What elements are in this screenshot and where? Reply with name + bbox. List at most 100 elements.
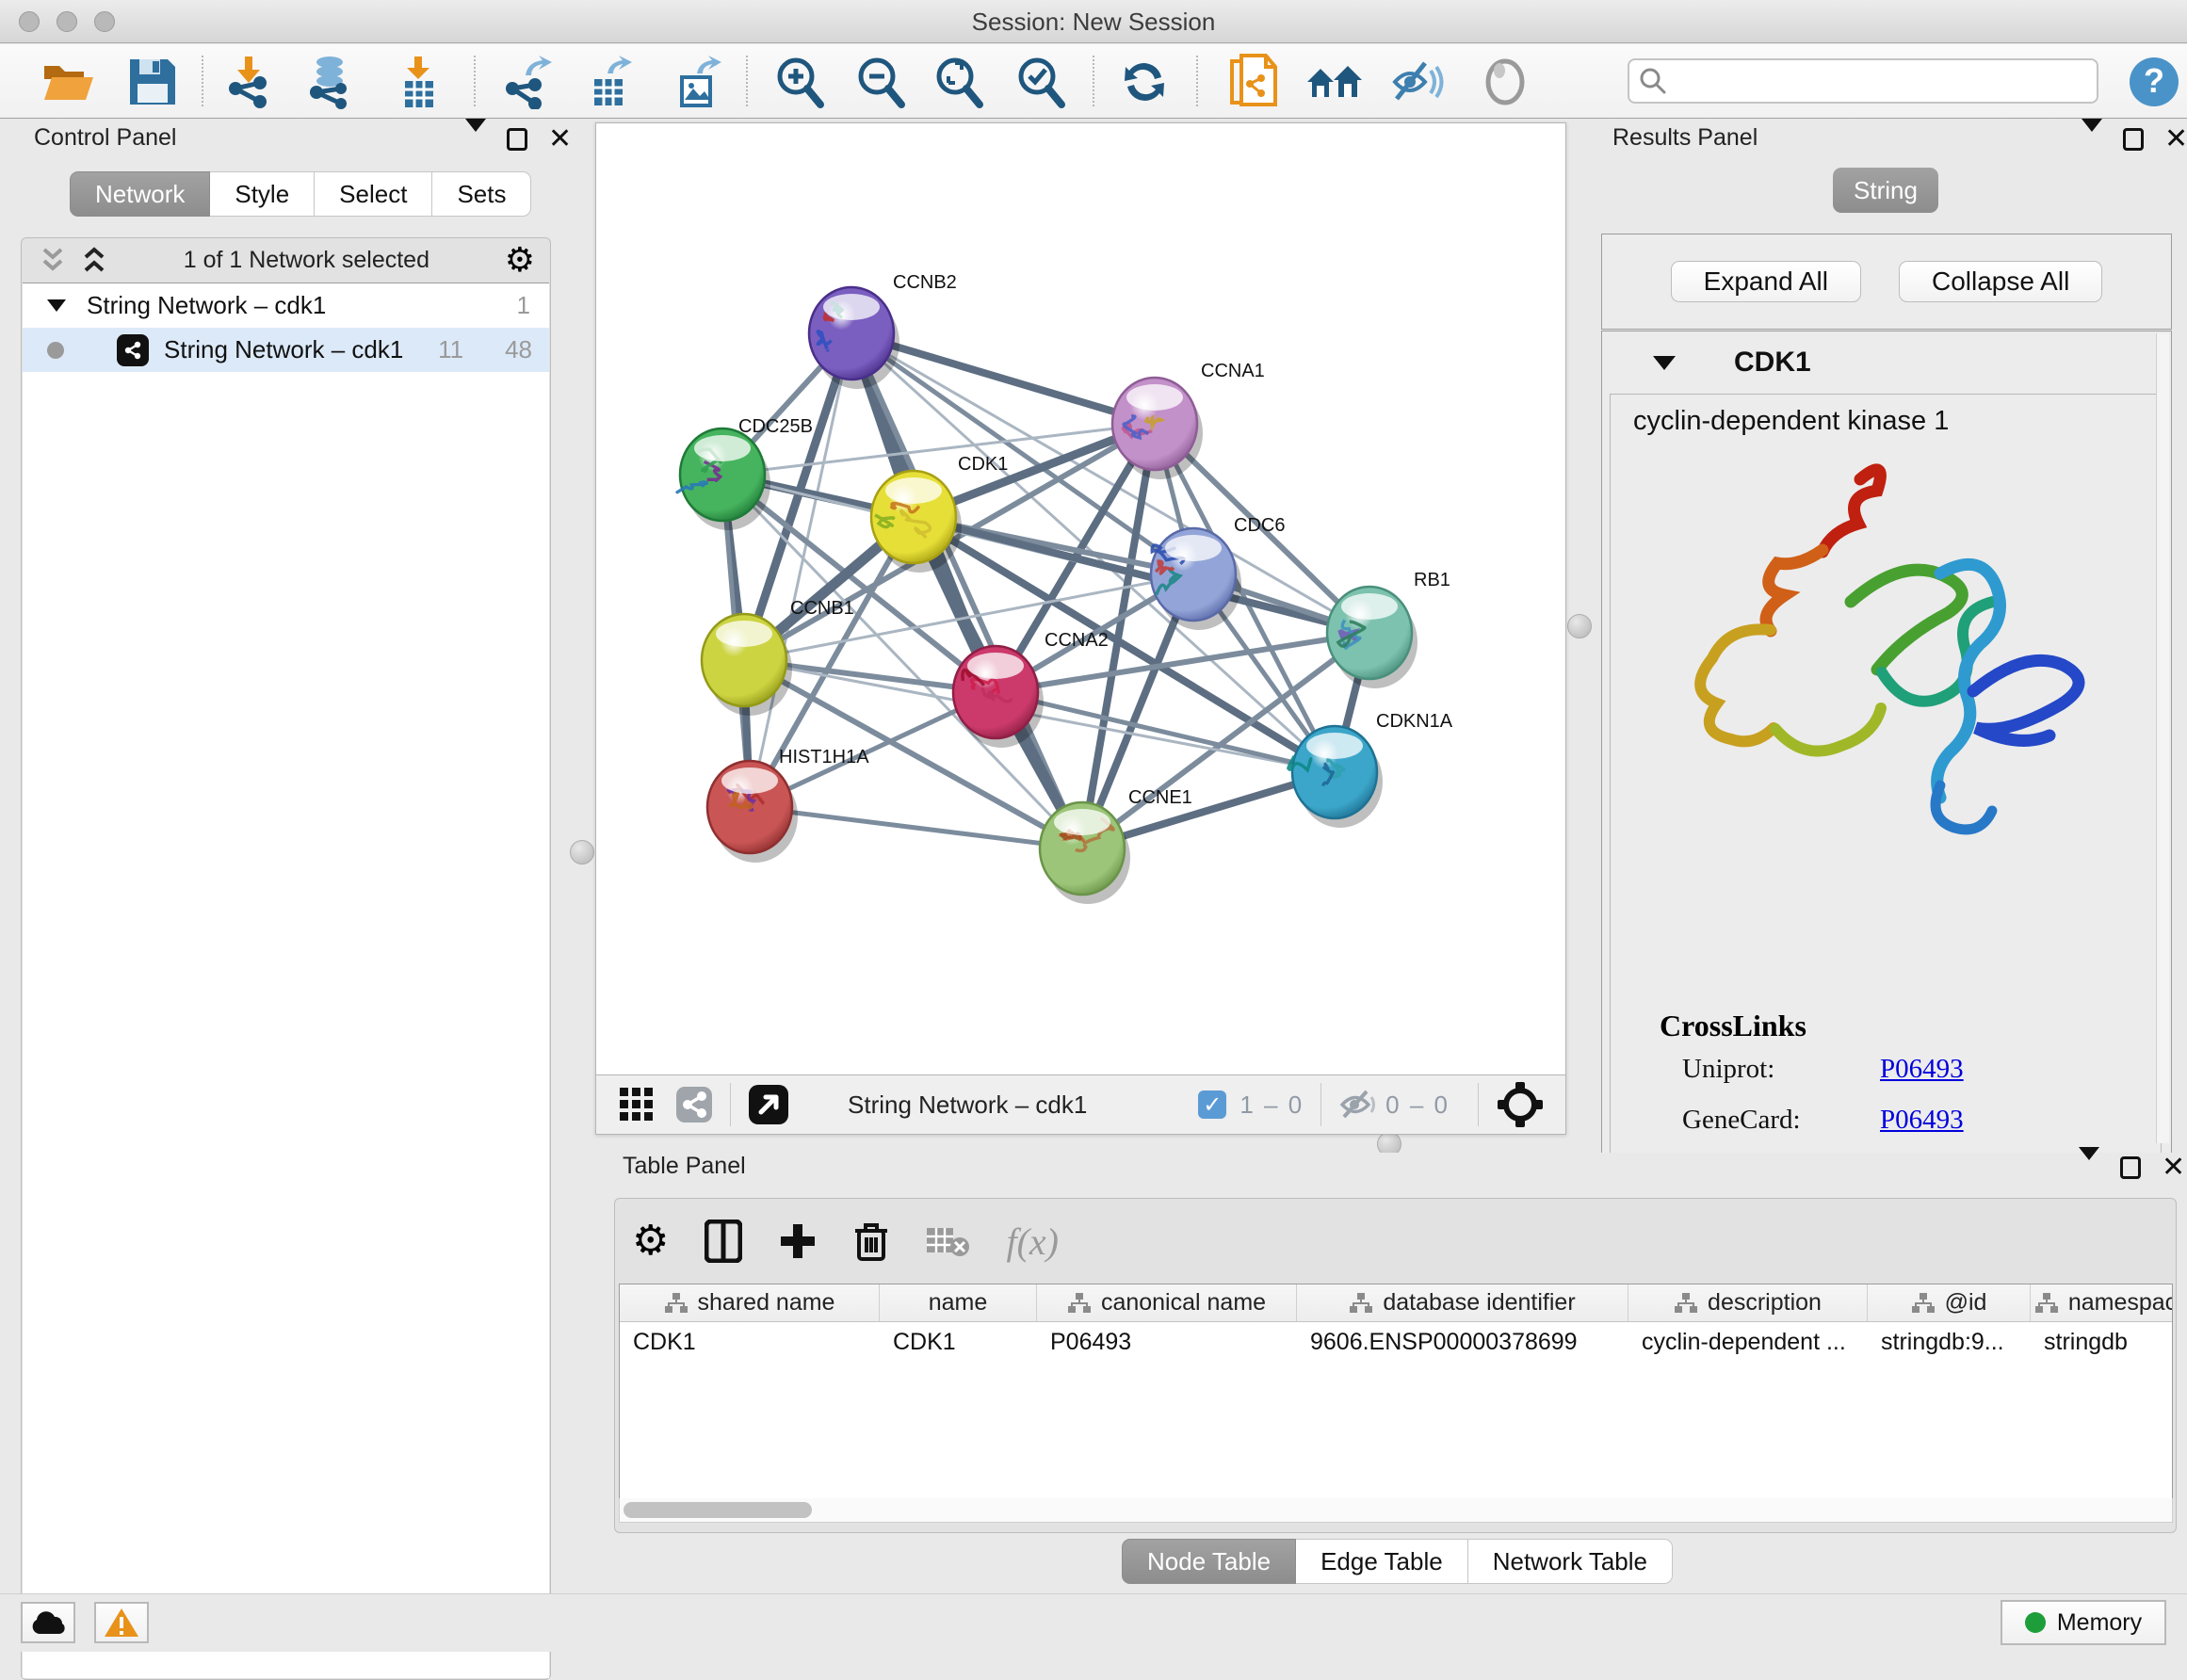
- tab-sets[interactable]: Sets: [432, 171, 531, 217]
- crosslink-link[interactable]: P06493: [1880, 1105, 1964, 1136]
- column-header-shared-name[interactable]: shared name: [620, 1284, 880, 1321]
- panel-close-button[interactable]: ✕: [548, 128, 572, 151]
- cloud-button[interactable]: [21, 1602, 75, 1643]
- table-cell[interactable]: stringdb: [2031, 1329, 2173, 1356]
- table-cell[interactable]: 9606.ENSP00000378699: [1297, 1329, 1628, 1356]
- control-panel-title: Control Panel: [34, 124, 176, 152]
- zoom-out-button[interactable]: [850, 51, 912, 113]
- network-node-count: 11: [438, 335, 463, 364]
- table-options-gear-button[interactable]: ⚙: [632, 1220, 669, 1262]
- grid-view-button[interactable]: [619, 1087, 655, 1123]
- add-column-button[interactable]: [778, 1221, 818, 1261]
- delete-table-button[interactable]: [925, 1224, 970, 1258]
- table-cell[interactable]: CDK1: [880, 1329, 1037, 1356]
- node-label-cdc25b: CDC25B: [738, 416, 813, 438]
- panel-float-button[interactable]: [507, 128, 527, 151]
- show-structures-button[interactable]: [1474, 51, 1536, 113]
- left-splitter-handle[interactable]: [570, 840, 594, 864]
- column-header-@id[interactable]: @id: [1868, 1284, 2031, 1321]
- save-session-button[interactable]: [122, 51, 184, 113]
- shared-column-icon: [1674, 1292, 1698, 1315]
- table-horizontal-scrollbar[interactable]: [619, 1498, 2173, 1523]
- tab-network[interactable]: Network: [70, 171, 210, 217]
- network-edge[interactable]: [750, 333, 851, 807]
- table-cell[interactable]: stringdb:9...: [1868, 1329, 2031, 1356]
- network-edge[interactable]: [750, 807, 1082, 848]
- network-options-gear-button[interactable]: ⚙: [505, 243, 535, 277]
- birds-eye-view-button[interactable]: [748, 1084, 789, 1125]
- network-collection-row[interactable]: String Network – cdk1 1: [23, 283, 549, 328]
- hidden-node-edge-counts: 0 – 0: [1385, 1090, 1450, 1120]
- crosslink-link[interactable]: P06493: [1880, 1054, 1964, 1085]
- right-splitter-handle[interactable]: [1567, 614, 1592, 638]
- network-view-toolbar: String Network – cdk1 ✓ 1 – 0 0 – 0: [596, 1074, 1565, 1134]
- delete-column-button[interactable]: [853, 1220, 889, 1263]
- column-header-database-identifier[interactable]: database identifier: [1297, 1284, 1628, 1321]
- tab-select[interactable]: Select: [315, 171, 432, 217]
- table-row[interactable]: CDK1CDK1P064939606.ENSP00000378699cyclin…: [620, 1322, 2172, 1362]
- table-box: ⚙ f(x) s: [614, 1198, 2177, 1533]
- memory-label: Memory: [2057, 1609, 2142, 1637]
- function-builder-button[interactable]: f(x): [1006, 1220, 1059, 1264]
- table-header-row: shared namenamecanonical namedatabase id…: [620, 1284, 2172, 1322]
- table-cell[interactable]: P06493: [1037, 1329, 1297, 1356]
- export-table-button[interactable]: [578, 51, 640, 113]
- protein-section-header[interactable]: CDK1: [1602, 331, 2171, 394]
- string-document-icon: [1228, 54, 1279, 110]
- network-row-selected[interactable]: String Network – cdk1 11 48: [23, 328, 549, 372]
- column-header-namespac[interactable]: namespac: [2031, 1284, 2173, 1321]
- tab-string[interactable]: String: [1833, 168, 1938, 213]
- column-header-name[interactable]: name: [880, 1284, 1037, 1321]
- fit-content-button[interactable]: [1496, 1080, 1545, 1129]
- trash-icon: [853, 1220, 889, 1263]
- export-table-icon: [583, 55, 636, 109]
- zoom-in-button[interactable]: [769, 51, 831, 113]
- memory-button[interactable]: Memory: [2001, 1600, 2166, 1645]
- collapse-all-button[interactable]: Collapse All: [1899, 261, 2102, 302]
- import-table-button[interactable]: [387, 51, 449, 113]
- warnings-button[interactable]: [94, 1602, 149, 1643]
- expand-all-networks-button[interactable]: [80, 246, 108, 274]
- node-label-ccnb2: CCNB2: [893, 272, 957, 294]
- tab-network-table[interactable]: Network Table: [1468, 1539, 1673, 1584]
- scrollbar-thumb[interactable]: [624, 1502, 812, 1518]
- expand-all-button[interactable]: Expand All: [1671, 261, 1861, 302]
- import-network-from-database-button[interactable]: [299, 51, 361, 113]
- table-panel-title: Table Panel: [623, 1153, 746, 1180]
- zoom-fit-button[interactable]: [928, 51, 990, 113]
- hide-glass-effect-button[interactable]: [1385, 51, 1448, 113]
- columns-icon: [705, 1220, 742, 1263]
- tab-edge-table[interactable]: Edge Table: [1296, 1539, 1468, 1584]
- zoom-selected-button[interactable]: [1010, 51, 1072, 113]
- network-canvas[interactable]: CCNB2CCNA1CDC25BCDK1CDC6RB1CCNB1CCNA2CDK…: [596, 123, 1565, 1074]
- open-session-button[interactable]: [37, 51, 99, 113]
- export-network-button[interactable]: [496, 51, 559, 113]
- refresh-button[interactable]: [1113, 51, 1175, 113]
- panel-float-button[interactable]: [2120, 1156, 2141, 1179]
- table-cell[interactable]: cyclin-dependent ...: [1628, 1329, 1868, 1356]
- network-view-title: String Network – cdk1: [848, 1090, 1087, 1120]
- collection-expand-arrow[interactable]: [47, 299, 66, 312]
- string-homes-button[interactable]: [1304, 51, 1366, 113]
- panel-close-button[interactable]: ✕: [2164, 128, 2187, 151]
- export-image-button[interactable]: [666, 51, 728, 113]
- import-network-button[interactable]: [218, 51, 280, 113]
- table-cell[interactable]: CDK1: [620, 1329, 880, 1356]
- string-document-button[interactable]: [1223, 51, 1285, 113]
- column-header-description[interactable]: description: [1628, 1284, 1868, 1321]
- control-panel-buttons: ✕: [465, 128, 572, 151]
- results-scrollbar[interactable]: [2156, 333, 2169, 1143]
- collapse-all-networks-button[interactable]: [39, 246, 67, 274]
- tab-node-table[interactable]: Node Table: [1122, 1539, 1296, 1584]
- show-columns-button[interactable]: [705, 1220, 742, 1263]
- help-button[interactable]: ?: [2123, 51, 2185, 113]
- network-view-share-button[interactable]: [675, 1086, 713, 1123]
- panel-float-button[interactable]: [2123, 128, 2144, 151]
- panel-close-button[interactable]: ✕: [2162, 1156, 2185, 1179]
- node-label-hist1h1a: HIST1H1A: [779, 747, 869, 768]
- selected-checkbox-icon[interactable]: ✓: [1198, 1090, 1226, 1119]
- search-input[interactable]: [1667, 62, 2097, 100]
- column-header-canonical-name[interactable]: canonical name: [1037, 1284, 1297, 1321]
- tab-style[interactable]: Style: [210, 171, 315, 217]
- section-collapse-arrow[interactable]: [1653, 356, 1676, 370]
